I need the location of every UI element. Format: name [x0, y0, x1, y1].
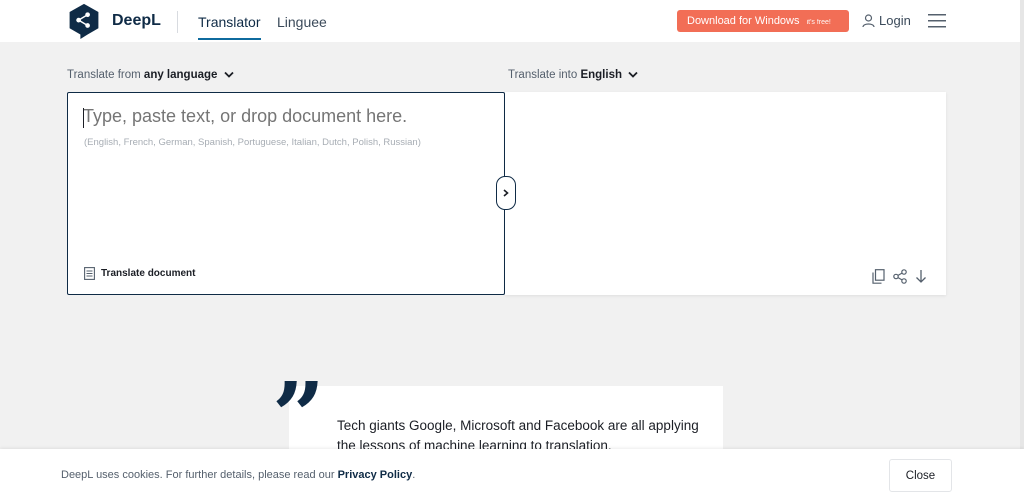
download-button-label: Download for Windows	[687, 15, 800, 27]
target-language-prefix: Translate into	[508, 69, 578, 81]
login-label: Login	[879, 13, 911, 28]
chevron-down-icon	[628, 71, 638, 78]
cookie-close-button[interactable]: Close	[889, 459, 952, 492]
source-language-value: any language	[143, 69, 218, 81]
share-icon[interactable]	[893, 269, 907, 284]
deepl-logo-icon[interactable]	[66, 3, 102, 39]
tab-translator[interactable]: Translator	[198, 14, 261, 40]
cookie-trailing: .	[412, 469, 416, 481]
target-language-value: English	[580, 69, 622, 81]
cookie-text: DeepL uses cookies. For further details,…	[61, 469, 335, 481]
hamburger-menu-icon[interactable]	[928, 14, 946, 28]
text-caret	[83, 108, 84, 128]
chevron-down-icon	[223, 71, 234, 78]
translate-arrow-button[interactable]	[496, 176, 516, 210]
privacy-policy-link[interactable]: Privacy Policy	[338, 469, 413, 481]
document-icon	[84, 267, 95, 280]
download-windows-button[interactable]: Download for Windows it's free!	[677, 10, 849, 32]
user-icon	[862, 13, 875, 27]
target-text-panel[interactable]	[505, 92, 946, 295]
header-divider	[177, 11, 178, 33]
source-language-prefix: Translate from	[67, 69, 141, 81]
target-language-selector[interactable]: Translate into English	[508, 69, 638, 81]
cookie-message: DeepL uses cookies. For further details,…	[61, 469, 415, 481]
target-toolbar	[872, 269, 927, 284]
chevron-right-icon	[503, 189, 509, 197]
brand-name[interactable]: DeepL	[112, 12, 161, 30]
free-badge: it's free!	[806, 19, 831, 26]
translate-document-label: Translate document	[101, 268, 196, 279]
translate-document-button[interactable]: Translate document	[84, 267, 195, 280]
page-scrollbar[interactable]	[1020, 0, 1024, 449]
copy-icon[interactable]	[872, 269, 885, 284]
source-text-panel: (English, French, German, Spanish, Portu…	[67, 92, 505, 295]
login-button[interactable]: Login	[862, 13, 911, 28]
source-language-selector[interactable]: Translate from any language	[67, 69, 234, 81]
cookie-banner: DeepL uses cookies. For further details,…	[0, 449, 1024, 503]
source-text-input[interactable]	[83, 106, 483, 127]
download-icon[interactable]	[915, 269, 927, 284]
tab-linguee[interactable]: Linguee	[277, 14, 327, 30]
top-header: DeepL Translator Linguee Download for Wi…	[0, 0, 1024, 42]
source-language-hint: (English, French, German, Spanish, Portu…	[84, 137, 421, 148]
